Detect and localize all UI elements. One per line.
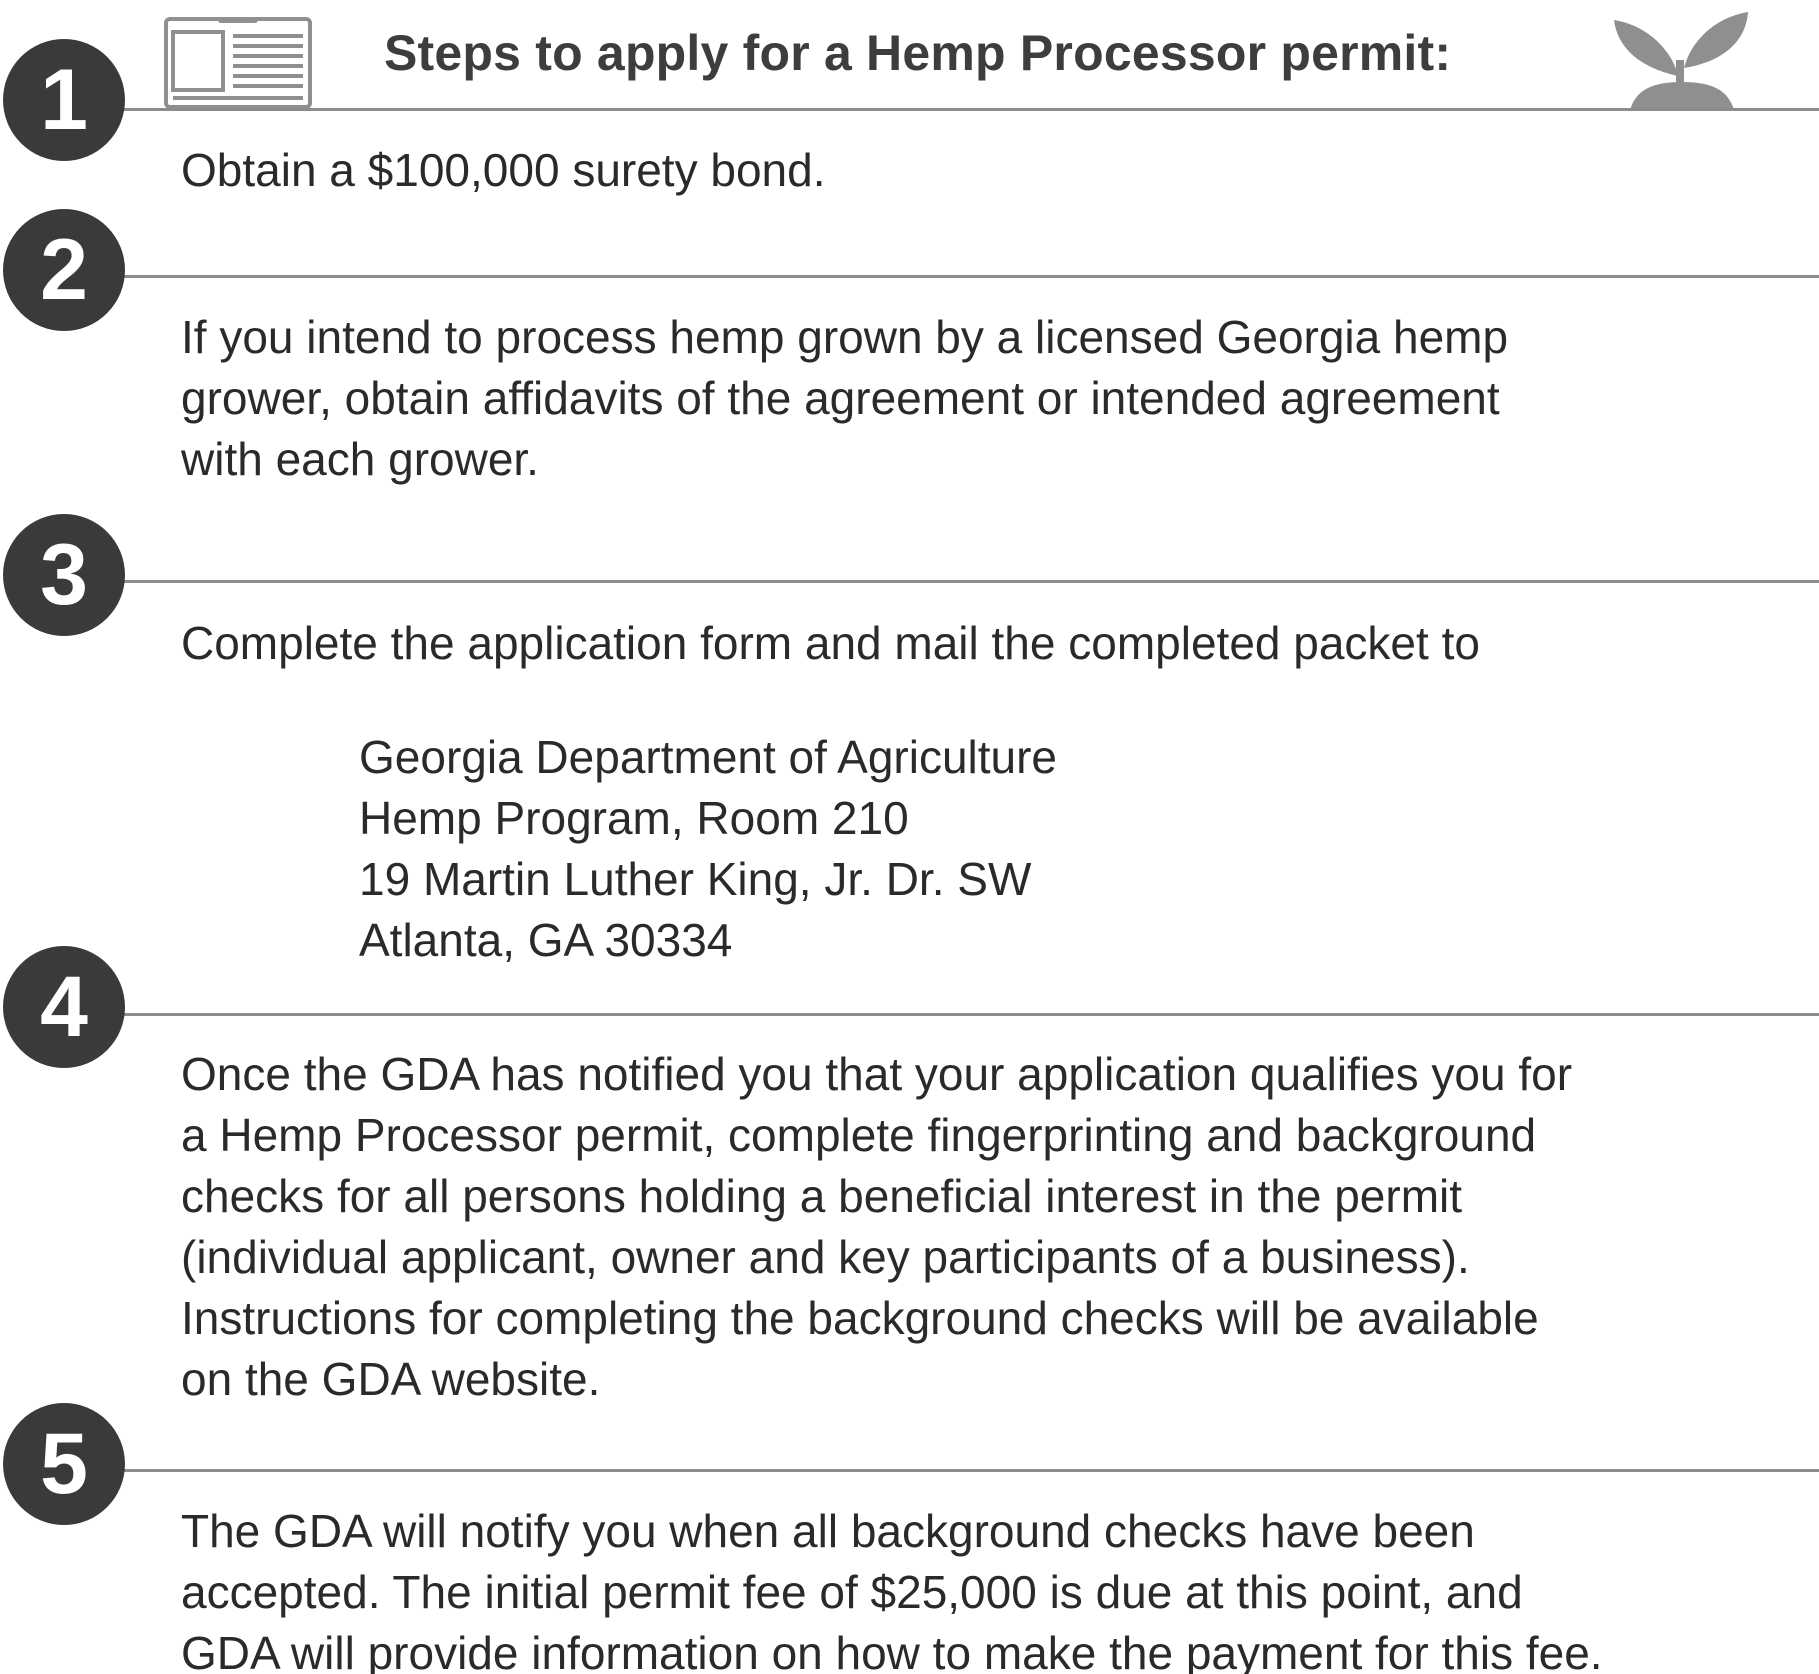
step-5-text: The GDA will notify you when all backgro… xyxy=(181,1501,1603,1674)
step-number-badge: 5 xyxy=(3,1403,125,1525)
step-number-badge: 4 xyxy=(3,946,125,1068)
step-2-text: If you intend to process hemp grown by a… xyxy=(181,307,1508,490)
address-line: 19 Martin Luther King, Jr. Dr. SW xyxy=(359,853,1032,905)
divider xyxy=(122,580,1819,583)
step-line: If you intend to process hemp grown by a… xyxy=(181,311,1509,363)
step-line: Complete the application form and mail t… xyxy=(181,617,1480,669)
step-line: (individual applicant, owner and key par… xyxy=(181,1231,1470,1283)
divider xyxy=(122,108,1819,111)
address-line: Atlanta, GA 30334 xyxy=(359,914,733,966)
step-4-text: Once the GDA has notified you that your … xyxy=(181,1044,1572,1410)
divider xyxy=(122,1013,1819,1016)
step-line: on the GDA website. xyxy=(181,1353,601,1405)
step-number-badge: 3 xyxy=(3,514,125,636)
step-line: GDA will provide information on how to m… xyxy=(181,1627,1603,1674)
document-icon xyxy=(163,16,313,110)
divider xyxy=(122,275,1819,278)
step-line: grower, obtain affidavits of the agreeme… xyxy=(181,372,1500,424)
step-1-text: Obtain a $100,000 surety bond. xyxy=(181,140,825,201)
divider xyxy=(122,1469,1819,1472)
step-line: checks for all persons holding a benefic… xyxy=(181,1170,1463,1222)
step-line: Obtain a $100,000 surety bond. xyxy=(181,144,826,196)
step-3-text: Complete the application form and mail t… xyxy=(181,613,1480,674)
step-line: with each grower. xyxy=(181,433,539,485)
step-line: Instructions for completing the backgrou… xyxy=(181,1292,1539,1344)
address-line: Georgia Department of Agriculture xyxy=(359,731,1058,783)
page-title: Steps to apply for a Hemp Processor perm… xyxy=(384,25,1452,81)
mailing-address: Georgia Department of Agriculture Hemp P… xyxy=(359,727,1057,971)
step-number-badge: 1 xyxy=(3,39,125,161)
sprout-icon xyxy=(1612,6,1752,110)
step-line: accepted. The initial permit fee of $25,… xyxy=(181,1566,1523,1618)
step-line: Once the GDA has notified you that your … xyxy=(181,1048,1573,1100)
step-line: The GDA will notify you when all backgro… xyxy=(181,1505,1475,1557)
step-line: a Hemp Processor permit, complete finger… xyxy=(181,1109,1537,1161)
step-number-badge: 2 xyxy=(3,209,125,331)
address-line: Hemp Program, Room 210 xyxy=(359,792,909,844)
document-page: Steps to apply for a Hemp Processor perm… xyxy=(0,0,1819,1674)
